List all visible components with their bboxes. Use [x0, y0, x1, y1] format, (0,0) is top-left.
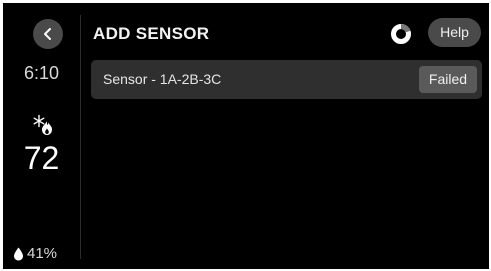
chevron-left-icon — [44, 28, 51, 40]
page-title: ADD SENSOR — [93, 24, 210, 43]
sensor-list-item[interactable]: Sensor - 1A-2B-3C Failed — [91, 60, 482, 99]
help-button[interactable]: Help — [428, 18, 481, 47]
thermostat-screen: 6:10 72 41% ADD SENSOR Help Sensor - 1A-… — [3, 3, 489, 269]
water-drop-icon — [14, 247, 23, 260]
current-temperature: 72 — [23, 140, 60, 176]
sidebar: 6:10 72 41% — [3, 3, 80, 269]
heat-cool-icon — [32, 114, 54, 141]
humidity-value: 41% — [27, 245, 58, 262]
sensor-status-badge: Failed — [419, 66, 477, 93]
humidity-readout: 41% — [13, 245, 57, 262]
progress-ring-icon — [390, 23, 412, 50]
clock-time: 6:10 — [23, 63, 60, 83]
sensor-name: Sensor - 1A-2B-3C — [103, 71, 222, 87]
back-button[interactable] — [33, 19, 63, 49]
sidebar-divider — [80, 15, 81, 259]
